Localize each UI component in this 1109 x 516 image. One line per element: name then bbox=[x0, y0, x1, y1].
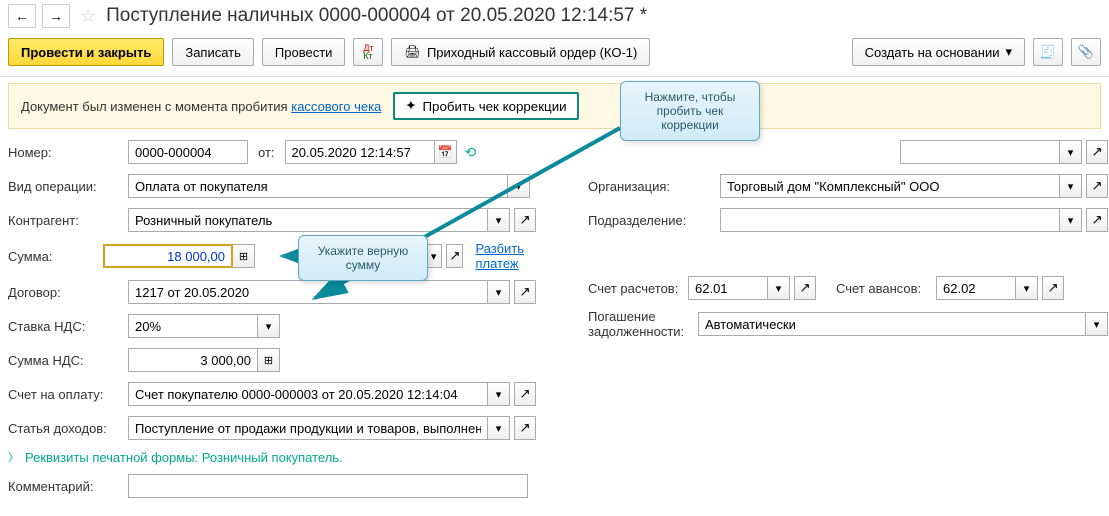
contract-dropdown[interactable]: ▾ bbox=[488, 280, 510, 304]
receipt-button[interactable] bbox=[1033, 38, 1063, 66]
acc-advance-dropdown[interactable]: ▾ bbox=[1016, 276, 1038, 300]
calendar-button[interactable]: 📅 bbox=[435, 140, 457, 164]
refresh-icon[interactable]: ⟲ bbox=[465, 144, 477, 161]
cash-receipt-link[interactable]: кассового чека bbox=[291, 99, 381, 114]
label-vat-rate: Ставка НДС: bbox=[8, 319, 128, 334]
division-open[interactable]: ↗ bbox=[1086, 208, 1108, 232]
income-item-dropdown[interactable]: ▾ bbox=[488, 416, 510, 440]
income-item-input[interactable] bbox=[128, 416, 488, 440]
correction-icon: ✦ bbox=[405, 98, 416, 114]
label-counterparty: Контрагент: bbox=[8, 213, 128, 228]
attach-button[interactable] bbox=[1071, 38, 1101, 66]
acc-settle-open[interactable]: ↗ bbox=[794, 276, 816, 300]
label-division: Подразделение: bbox=[588, 213, 720, 228]
acc-settle-input[interactable] bbox=[688, 276, 768, 300]
extra-select-open[interactable]: ↗ bbox=[1086, 140, 1108, 164]
label-organization: Организация: bbox=[588, 179, 720, 194]
op-type-input[interactable] bbox=[128, 174, 508, 198]
receipt-icon bbox=[1040, 44, 1056, 60]
save-close-button[interactable]: Провести и закрыть bbox=[8, 38, 164, 66]
label-contract: Договор: bbox=[8, 285, 128, 300]
date-input[interactable] bbox=[285, 140, 435, 164]
amount-open[interactable]: ↗ bbox=[446, 244, 463, 268]
hint-amount: Укажите верную сумму bbox=[298, 235, 428, 281]
split-payment-link[interactable]: Разбить платеж bbox=[475, 241, 548, 271]
contract-input[interactable] bbox=[128, 280, 488, 304]
write-button[interactable]: Записать bbox=[172, 38, 254, 66]
chevron-down-icon: ▾ bbox=[1005, 44, 1012, 60]
contract-open[interactable]: ↗ bbox=[514, 280, 536, 304]
clip-icon bbox=[1078, 44, 1094, 60]
counterparty-open[interactable]: ↗ bbox=[514, 208, 536, 232]
label-income-item: Статья доходов: bbox=[8, 421, 128, 436]
label-from: от: bbox=[258, 145, 275, 160]
acc-advance-input[interactable] bbox=[936, 276, 1016, 300]
correction-check-button[interactable]: ✦ Пробить чек коррекции bbox=[393, 92, 578, 120]
page-title: Поступление наличных 0000-000004 от 20.0… bbox=[106, 5, 647, 27]
income-item-open[interactable]: ↗ bbox=[514, 416, 536, 440]
invoice-input[interactable] bbox=[128, 382, 488, 406]
post-button[interactable]: Провести bbox=[262, 38, 346, 66]
nav-forward[interactable]: → bbox=[42, 4, 70, 28]
calendar-icon: 📅 bbox=[438, 145, 453, 159]
comment-input[interactable] bbox=[128, 474, 528, 498]
nav-back[interactable]: ← bbox=[8, 4, 36, 28]
division-input[interactable] bbox=[720, 208, 1060, 232]
label-op-type: Вид операции: bbox=[8, 179, 128, 194]
acc-advance-open[interactable]: ↗ bbox=[1042, 276, 1064, 300]
acc-settle-dropdown[interactable]: ▾ bbox=[768, 276, 790, 300]
create-based-button[interactable]: Создать на основании ▾ bbox=[852, 38, 1025, 66]
favorite-star-icon[interactable]: ☆ bbox=[80, 6, 96, 27]
label-comment: Комментарий: bbox=[8, 479, 128, 494]
op-type-dropdown[interactable]: ▾ bbox=[508, 174, 530, 198]
label-acc-advance: Счет авансов: bbox=[836, 281, 936, 296]
number-input[interactable] bbox=[128, 140, 248, 164]
label-number: Номер: bbox=[8, 145, 128, 160]
extra-select-input[interactable] bbox=[900, 140, 1060, 164]
label-invoice: Счет на оплату: bbox=[8, 387, 128, 402]
invoice-open[interactable]: ↗ bbox=[514, 382, 536, 406]
organization-dropdown[interactable]: ▾ bbox=[1060, 174, 1082, 198]
label-debt-repay: Погашение задолженности: bbox=[588, 309, 698, 339]
vat-amount-calc[interactable]: ⊞ bbox=[258, 348, 280, 372]
label-amount: Сумма: bbox=[8, 249, 103, 264]
division-dropdown[interactable]: ▾ bbox=[1060, 208, 1082, 232]
chevron-right-icon: 〉 bbox=[8, 449, 19, 465]
vat-amount-input[interactable] bbox=[128, 348, 258, 372]
debt-repay-input[interactable] bbox=[698, 312, 1086, 336]
label-acc-settle: Счет расчетов: bbox=[588, 281, 688, 296]
vat-rate-dropdown[interactable]: ▾ bbox=[258, 314, 280, 338]
dtkt-button[interactable]: ДтКт bbox=[353, 38, 383, 66]
extra-select-dropdown[interactable]: ▾ bbox=[1060, 140, 1082, 164]
organization-open[interactable]: ↗ bbox=[1086, 174, 1108, 198]
amount-calc-button[interactable]: ⊞ bbox=[233, 244, 255, 268]
notice-bar: Документ был изменен с момента пробития … bbox=[8, 83, 1101, 129]
vat-rate-input[interactable] bbox=[128, 314, 258, 338]
notice-text: Документ был изменен с момента пробития … bbox=[21, 99, 381, 114]
organization-input[interactable] bbox=[720, 174, 1060, 198]
debt-repay-dropdown[interactable]: ▾ bbox=[1086, 312, 1108, 336]
counterparty-dropdown[interactable]: ▾ bbox=[488, 208, 510, 232]
hint-correction: Нажмите, чтобы пробить чек коррекции bbox=[620, 81, 760, 141]
label-vat-amount: Сумма НДС: bbox=[8, 353, 128, 368]
print-order-button[interactable]: Приходный кассовый ордер (КО-1) bbox=[391, 38, 650, 66]
invoice-dropdown[interactable]: ▾ bbox=[488, 382, 510, 406]
counterparty-input[interactable] bbox=[128, 208, 488, 232]
print-requisites-toggle[interactable]: 〉 Реквизиты печатной формы: Розничный по… bbox=[8, 449, 548, 465]
amount-input[interactable] bbox=[103, 244, 233, 268]
printer-icon bbox=[404, 44, 421, 60]
